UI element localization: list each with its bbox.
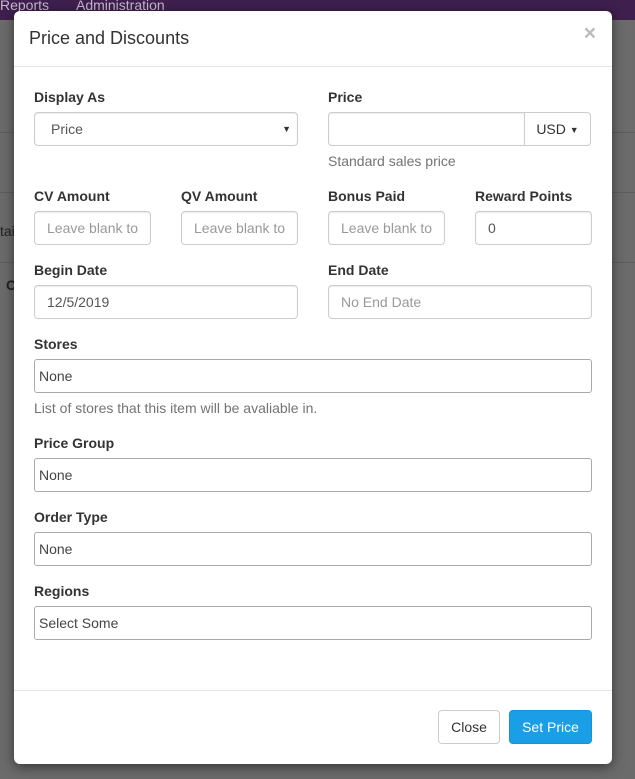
chevron-down-icon: ▼: [282, 124, 291, 134]
begin-date-label: Begin Date: [34, 262, 108, 278]
modal-footer: Close Set Price: [14, 690, 612, 764]
display-as-label: Display As: [34, 89, 106, 105]
qv-amount-label: QV Amount: [181, 188, 258, 204]
modal-header: Price and Discounts ×: [14, 11, 612, 67]
caret-down-icon: ▼: [569, 125, 579, 135]
set-price-button[interactable]: Set Price: [509, 710, 592, 744]
order-type-label: Order Type: [34, 509, 108, 525]
display-as-value: Price: [51, 121, 83, 137]
close-icon[interactable]: ×: [584, 23, 596, 44]
modal-title: Price and Discounts: [29, 28, 190, 48]
display-as-select[interactable]: Price ▼: [34, 112, 298, 146]
currency-label: USD: [536, 121, 566, 137]
price-group-multiselect[interactable]: None: [34, 458, 592, 492]
price-input-group: USD ▼: [328, 112, 591, 146]
end-date-input[interactable]: No End Date: [328, 285, 592, 319]
price-input[interactable]: [328, 112, 525, 146]
begin-date-input[interactable]: 12/5/2019: [34, 285, 298, 319]
background-text-fragment: tai: [0, 223, 15, 239]
qv-amount-input[interactable]: Leave blank to: [181, 211, 298, 245]
stores-help-text: List of stores that this item will be av…: [34, 400, 318, 416]
price-label: Price: [328, 89, 363, 105]
modal-body: Display As Price ▼ Price USD ▼ Standard …: [14, 67, 612, 690]
cv-amount-input[interactable]: Leave blank to: [34, 211, 151, 245]
stores-label: Stores: [34, 336, 78, 352]
reward-points-input[interactable]: 0: [475, 211, 592, 245]
bonus-paid-label: Bonus Paid: [328, 188, 406, 204]
bonus-paid-input[interactable]: Leave blank to: [328, 211, 445, 245]
price-group-label: Price Group: [34, 435, 115, 451]
reward-points-label: Reward Points: [475, 188, 573, 204]
stores-multiselect[interactable]: None: [34, 359, 592, 393]
end-date-label: End Date: [328, 262, 389, 278]
close-button[interactable]: Close: [438, 710, 500, 744]
order-type-multiselect[interactable]: None: [34, 532, 592, 566]
currency-dropdown-button[interactable]: USD ▼: [524, 112, 591, 146]
regions-multiselect[interactable]: Select Some: [34, 606, 592, 640]
price-help-text: Standard sales price: [328, 153, 456, 169]
price-discounts-modal: Price and Discounts × Display As Price ▼…: [14, 11, 612, 764]
regions-label: Regions: [34, 583, 90, 599]
cv-amount-label: CV Amount: [34, 188, 110, 204]
